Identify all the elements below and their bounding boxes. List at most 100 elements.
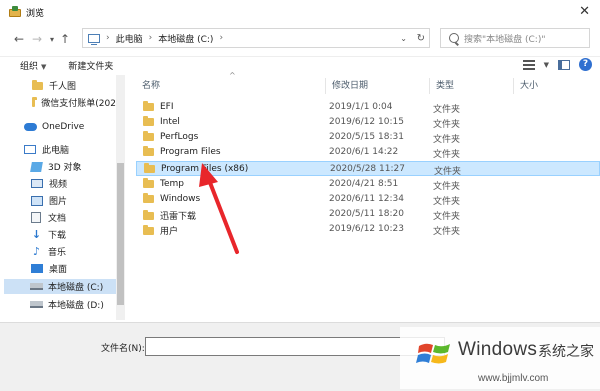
nav-item-label: 此电脑 — [42, 146, 70, 156]
drive-icon — [30, 283, 43, 290]
breadcrumb-local-disk-c[interactable]: 本地磁盘 (C:) — [158, 32, 213, 45]
file-name-cell: Temp — [143, 178, 184, 189]
preview-pane-icon[interactable] — [558, 59, 570, 70]
recent-chevron-down-icon[interactable]: ▾ — [46, 35, 58, 44]
file-row[interactable]: 用户 2019/6/12 10:23 文件夹 — [136, 222, 600, 237]
breadcrumb-this-pc[interactable]: 此电脑 — [116, 32, 143, 45]
desktop-icon — [31, 264, 43, 273]
file-row[interactable]: EFI 2019/1/1 0:04 文件夹 — [136, 100, 600, 115]
search-input[interactable]: 搜索"本地磁盘 (C:)" — [440, 28, 590, 48]
nav-scrollbar-thumb[interactable] — [117, 163, 124, 305]
close-icon[interactable]: ✕ — [579, 4, 590, 19]
folder-icon — [143, 178, 154, 188]
folder-icon — [144, 163, 155, 173]
chevron-down-icon: ▼ — [41, 63, 47, 71]
file-type: 文件夹 — [433, 105, 461, 115]
file-date: 2019/6/12 10:23 — [329, 224, 404, 234]
chevron-down-icon[interactable]: ▼ — [544, 61, 549, 69]
toolbar: 组织 ▼ 新建文件夹 ▼ ? — [0, 56, 600, 74]
nav-item-qianrentu[interactable]: 千人图 — [32, 78, 116, 93]
help-icon[interactable]: ? — [579, 58, 592, 71]
file-date: 2020/5/15 18:31 — [329, 132, 404, 142]
folder-icon — [143, 131, 154, 141]
file-type: 文件夹 — [433, 135, 461, 145]
file-row[interactable]: PerfLogs 2020/5/15 18:31 文件夹 — [136, 130, 600, 145]
nav-item-3d-objects[interactable]: 3D 对象 — [30, 159, 116, 174]
nav-item-label: 千人图 — [49, 82, 77, 92]
new-folder-button[interactable]: 新建文件夹 — [68, 59, 113, 72]
file-name: 用户 — [160, 227, 179, 237]
nav-item-this-pc[interactable]: 此电脑 — [24, 142, 116, 157]
file-name: PerfLogs — [160, 132, 199, 142]
file-name: Temp — [160, 179, 184, 189]
nav-item-label: 3D 对象 — [48, 163, 82, 173]
nav-item-music[interactable]: ♪ 音乐 — [31, 244, 116, 259]
file-name-cell: Intel — [143, 116, 180, 127]
title-bar: 浏览 ✕ — [0, 0, 600, 24]
file-type: 文件夹 — [433, 227, 461, 237]
column-header-name[interactable]: 名称 — [136, 78, 326, 94]
file-date: 2019/6/12 10:15 — [329, 117, 404, 127]
file-row[interactable]: Windows 2020/6/11 12:34 文件夹 — [136, 192, 600, 207]
nav-item-wechat-bill[interactable]: 微信支付账单(202 — [32, 95, 116, 110]
nav-item-local-disk-c[interactable]: 本地磁盘 (C:) — [4, 279, 116, 294]
watermark: Windows 系统之家 www.bjjmlv.com — [400, 327, 600, 389]
column-header-date[interactable]: 修改日期 — [326, 78, 430, 94]
column-header-size[interactable]: 大小 — [514, 78, 574, 94]
file-row[interactable]: Intel 2019/6/12 10:15 文件夹 — [136, 115, 600, 130]
file-row-selected[interactable]: Program Files (x86) 2020/5/28 11:27 文件夹 — [136, 161, 600, 177]
file-name: Windows — [160, 194, 201, 204]
file-row[interactable]: 迅雷下载 2020/5/11 18:20 文件夹 — [136, 207, 600, 222]
nav-item-label: 微信支付账单(202 — [41, 99, 116, 109]
organize-button[interactable]: 组织 ▼ — [20, 59, 46, 72]
window-title: 浏览 — [26, 8, 45, 19]
nav-item-local-disk-d[interactable]: 本地磁盘 (D:) — [30, 297, 116, 312]
chevron-down-icon[interactable]: ⌄ — [400, 34, 407, 43]
nav-item-pictures[interactable]: 图片 — [31, 193, 116, 208]
file-name-cell: PerfLogs — [143, 131, 199, 142]
view-options-icon[interactable] — [522, 59, 535, 70]
file-name: Program Files (x86) — [161, 164, 249, 174]
file-name-cell: 用户 — [143, 224, 178, 237]
download-icon: ↓ — [31, 228, 42, 241]
nav-scrollbar[interactable] — [116, 75, 125, 320]
file-row[interactable]: Temp 2020/4/21 8:51 文件夹 — [136, 177, 600, 192]
folder-icon — [143, 101, 154, 111]
file-row[interactable]: Program Files 2020/6/1 14:22 文件夹 — [136, 145, 600, 160]
file-name-cell: 迅雷下载 — [143, 209, 196, 222]
file-name-cell: Program Files — [143, 146, 221, 157]
file-name: Intel — [160, 117, 180, 127]
app-icon — [9, 6, 21, 18]
file-type: 文件夹 — [433, 212, 461, 222]
file-name-cell: EFI — [143, 101, 174, 112]
nav-item-label: 桌面 — [49, 265, 68, 275]
folder-icon — [143, 209, 154, 220]
nav-item-desktop[interactable]: 桌面 — [31, 261, 116, 276]
folder-icon — [32, 79, 43, 90]
video-icon — [31, 179, 43, 188]
nav-item-documents[interactable]: 文档 — [31, 210, 116, 225]
back-arrow-icon[interactable]: ← — [10, 32, 28, 46]
file-name: Program Files — [160, 147, 221, 157]
up-arrow-icon[interactable]: ↑ — [58, 32, 72, 46]
nav-item-downloads[interactable]: ↓ 下载 — [31, 227, 116, 242]
nav-item-label: 文档 — [48, 214, 67, 224]
filename-label: 文件名(N): — [101, 344, 145, 354]
refresh-icon[interactable]: ↻ — [417, 33, 425, 44]
windows-logo-icon — [416, 343, 450, 364]
nav-item-label: 视频 — [49, 180, 68, 190]
folder-icon — [143, 193, 154, 203]
nav-item-videos[interactable]: 视频 — [31, 176, 116, 191]
column-header-type[interactable]: 类型 — [430, 78, 514, 94]
folder-icon — [32, 96, 38, 107]
file-date: 2020/6/11 12:34 — [329, 194, 404, 204]
file-date: 2020/5/28 11:27 — [330, 164, 405, 174]
address-bar[interactable]: › 此电脑 › 本地磁盘 (C:) › ⌄ ↻ — [82, 28, 430, 48]
file-type: 文件夹 — [434, 167, 462, 177]
organize-label: 组织 — [20, 62, 39, 72]
forward-arrow-icon[interactable]: → — [28, 32, 46, 46]
pictures-icon — [31, 195, 43, 206]
nav-item-network[interactable] — [30, 317, 116, 320]
nav-item-onedrive[interactable]: OneDrive — [24, 119, 116, 134]
file-type: 文件夹 — [433, 150, 461, 160]
